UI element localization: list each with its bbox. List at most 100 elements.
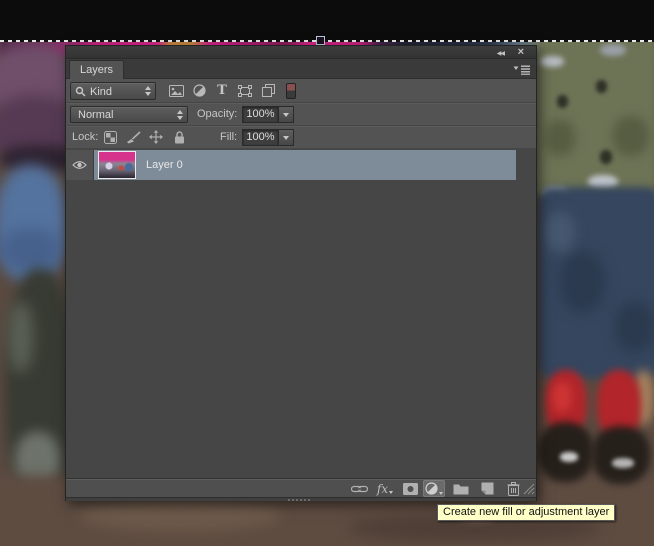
photo-blob — [545, 120, 575, 156]
layer-visibility-toggle[interactable] — [66, 150, 94, 180]
tooltip: Create new fill or adjustment layer — [437, 504, 616, 521]
photo-blob — [552, 382, 572, 412]
move-icon — [149, 130, 163, 144]
arrow-down — [439, 492, 443, 495]
selection-marching-ants — [0, 40, 654, 42]
layer-mask-icon — [402, 482, 418, 495]
folder-icon — [453, 484, 469, 494]
layer-thumbnail-image — [99, 152, 135, 178]
workspace-top-bar — [0, 0, 654, 40]
type-layers-icon: T — [217, 83, 227, 98]
delete-layer-button[interactable] — [502, 480, 524, 497]
layers-list: Layer 0 — [66, 149, 536, 478]
filter-shape-layers-button[interactable] — [235, 82, 255, 100]
arrow-up — [145, 86, 151, 90]
arrow-up — [177, 109, 183, 114]
adjustment-layers-icon — [192, 84, 206, 97]
layer-row-body[interactable]: Layer 0 — [94, 150, 516, 180]
new-group-button[interactable] — [450, 480, 472, 497]
photo-blob — [615, 302, 654, 352]
close-panel-icon[interactable]: × — [518, 47, 524, 58]
panel-titlebar: ◀◀ × — [66, 46, 536, 59]
filter-switch-icon — [286, 82, 296, 99]
search-icon — [75, 86, 86, 97]
photo-blob — [600, 44, 626, 56]
photo-blob — [545, 212, 575, 252]
photo-blob — [8, 302, 33, 372]
combo-arrows-icon — [177, 109, 183, 120]
lock-transparent-pixels-button[interactable] — [100, 128, 120, 146]
filter-pixel-layers-button[interactable] — [166, 82, 186, 100]
layer-row[interactable]: Layer 0 — [66, 150, 536, 180]
brush-icon — [126, 130, 141, 143]
photo-blob — [613, 116, 649, 156]
blend-mode-select[interactable]: Normal — [70, 106, 188, 123]
eye-icon — [72, 161, 87, 169]
filter-row: Kind T — [66, 79, 536, 103]
opacity-dropdown-button[interactable] — [279, 106, 294, 123]
filter-kind-label: Kind — [90, 86, 113, 98]
lock-transparency-icon — [103, 130, 117, 144]
filter-adjustment-layers-button[interactable] — [189, 82, 209, 100]
filter-smart-objects-button[interactable] — [258, 82, 278, 100]
arrow-down — [389, 491, 394, 494]
smart-objects-icon — [261, 84, 275, 97]
add-layer-mask-button[interactable] — [399, 480, 421, 497]
photo-blob — [612, 458, 634, 468]
link-icon — [350, 485, 368, 492]
fill-label: Fill: — [220, 131, 238, 143]
layer-name[interactable]: Layer 0 — [146, 159, 183, 171]
layers-panel: ◀◀ × Layers Kind T Normal Opacity: 100% … — [65, 45, 537, 501]
lock-all-button[interactable] — [169, 128, 189, 146]
panel-drag-dots[interactable] — [288, 499, 312, 501]
shape-layers-icon — [238, 84, 252, 97]
arrow-down — [283, 112, 289, 117]
arrow-down — [283, 135, 289, 140]
arrow-down — [145, 92, 151, 96]
fill-dropdown-button[interactable] — [279, 129, 294, 146]
lock-row: Lock: Fill: 100% — [66, 126, 536, 149]
padlock-icon — [174, 130, 184, 143]
lock-position-button[interactable] — [146, 128, 166, 146]
layer-thumbnail[interactable] — [98, 151, 136, 179]
arrow-down — [177, 115, 183, 120]
fill-field[interactable]: 100% — [242, 129, 279, 146]
resize-grip-icon — [523, 483, 535, 494]
panel-tabbar: Layers — [66, 59, 536, 79]
photo-blob — [560, 452, 578, 462]
add-layer-style-button[interactable]: fx — [374, 480, 396, 497]
filter-type-layers-button[interactable]: T — [212, 82, 232, 100]
panel-bottom-strip — [66, 497, 536, 501]
panel-resize-grip[interactable] — [522, 480, 536, 497]
photo-blob — [80, 500, 280, 530]
panel-menu-icon[interactable] — [513, 64, 531, 75]
transform-handle[interactable] — [316, 36, 325, 45]
new-layer-icon — [481, 482, 493, 495]
filter-kind-select[interactable]: Kind — [70, 82, 156, 100]
photoshop-workspace: ◀◀ × Layers Kind T Normal Opacity: 100% … — [0, 0, 654, 546]
photo-blob — [596, 80, 607, 93]
photo-blob — [560, 252, 605, 312]
photo-blob — [592, 426, 650, 484]
pixel-layers-icon — [168, 84, 184, 97]
trash-icon — [507, 481, 519, 496]
photo-blob — [557, 95, 568, 108]
photo-blob — [600, 150, 612, 164]
fx-icon: fx — [376, 481, 389, 496]
opacity-label: Opacity: — [197, 108, 238, 120]
blend-mode-value: Normal — [78, 109, 114, 121]
new-fill-adjustment-layer-button[interactable] — [423, 480, 445, 497]
new-layer-button[interactable] — [476, 480, 498, 497]
blend-mode-row: Normal Opacity: 100% — [66, 103, 536, 126]
lock-image-pixels-button[interactable] — [123, 128, 143, 146]
photo-blob — [0, 228, 60, 270]
filter-toggle-switch[interactable] — [284, 82, 298, 100]
photo-blob — [540, 56, 564, 67]
opacity-field[interactable]: 100% — [242, 106, 279, 123]
combo-arrows-icon — [145, 86, 151, 96]
tab-layers[interactable]: Layers — [69, 60, 125, 79]
lock-label: Lock: — [72, 131, 99, 143]
adjustment-layer-icon — [425, 482, 438, 495]
panel-bottom-toolbar: fx — [66, 478, 536, 497]
link-layers-button[interactable] — [348, 480, 370, 497]
